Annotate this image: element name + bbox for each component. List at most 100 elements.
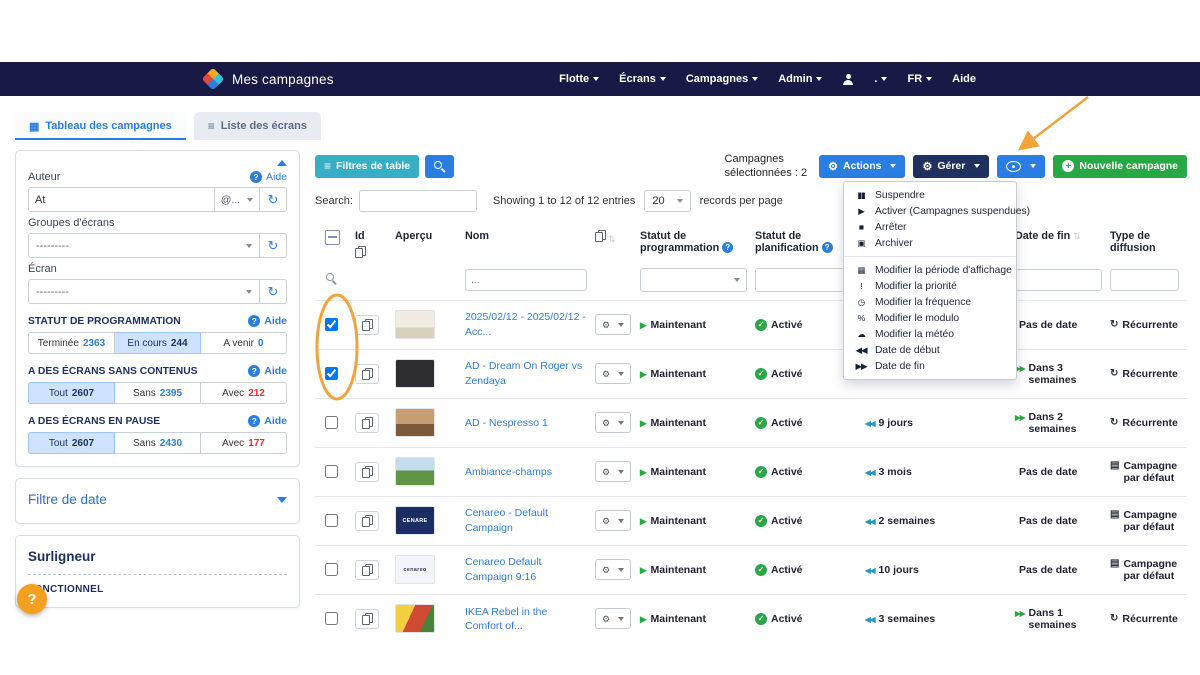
row-settings-button[interactable] xyxy=(595,412,631,433)
nom-filter-input[interactable] xyxy=(465,269,587,291)
menu-item-activer[interactable]: ▶Activer (Campagnes suspendues) xyxy=(844,203,1016,219)
campaign-name-link[interactable]: Ambiance-champs xyxy=(465,465,552,479)
header-actions[interactable] xyxy=(595,222,640,266)
row-checkbox[interactable] xyxy=(325,563,338,576)
campaign-thumbnail[interactable] xyxy=(395,408,435,437)
header-apercu[interactable]: Aperçu xyxy=(395,222,465,266)
row-checkbox[interactable] xyxy=(325,416,338,429)
campaign-thumbnail[interactable] xyxy=(395,457,435,486)
help-fab-button[interactable]: ? xyxy=(17,584,47,614)
filter-terminee-button[interactable]: Terminée2363 xyxy=(28,332,115,354)
menu-item-arreter[interactable]: ■Arrêter xyxy=(844,219,1016,235)
filter-en-cours-button[interactable]: En cours244 xyxy=(115,332,201,354)
section-aide-link[interactable]: ?Aide xyxy=(248,365,287,377)
section-aide-link[interactable]: ?Aide xyxy=(248,415,287,427)
nav-item-ecrans[interactable]: Écrans xyxy=(619,73,666,85)
indeterminate-checkbox-icon[interactable] xyxy=(325,230,340,245)
brand[interactable]: Mes campagnes xyxy=(205,71,334,87)
campaign-name-link[interactable]: Cenareo Default Campaign 9:16 xyxy=(465,555,587,583)
account-menu[interactable]: . xyxy=(874,73,887,85)
groupes-select[interactable]: --------- xyxy=(28,233,260,258)
date-filter-card[interactable]: Filtre de date xyxy=(15,478,300,524)
user-menu[interactable] xyxy=(842,74,854,85)
tab-tableau-campagnes[interactable]: Tableau des campagnes xyxy=(15,112,186,140)
copy-id-button[interactable] xyxy=(355,364,379,384)
copy-icon[interactable] xyxy=(355,246,365,258)
campaign-name-link[interactable]: Cenareo - Default Campaign xyxy=(465,506,587,534)
nav-item-flotte[interactable]: Flotte xyxy=(559,73,599,85)
copy-id-button[interactable] xyxy=(355,413,379,433)
row-settings-button[interactable] xyxy=(595,461,631,482)
select-all-header[interactable] xyxy=(315,222,355,266)
table-filters-button[interactable]: Filtres de table xyxy=(315,155,419,178)
nav-item-admin[interactable]: Admin xyxy=(778,73,822,85)
refresh-button[interactable] xyxy=(260,279,287,304)
new-campaign-button[interactable]: Nouvelle campagne xyxy=(1053,155,1187,178)
filter-tout-button[interactable]: Tout2607 xyxy=(28,432,115,454)
row-checkbox[interactable] xyxy=(325,612,338,625)
row-checkbox[interactable] xyxy=(325,514,338,527)
search-button[interactable] xyxy=(425,155,454,178)
campaign-thumbnail[interactable] xyxy=(395,310,435,339)
date-fin-filter-input[interactable] xyxy=(1015,269,1102,291)
statut-prog-filter-select[interactable] xyxy=(640,268,747,292)
row-settings-button[interactable] xyxy=(595,510,631,531)
auteur-addon-select[interactable]: @... xyxy=(215,187,260,212)
campaign-thumbnail[interactable] xyxy=(395,359,435,388)
visibility-button[interactable] xyxy=(997,155,1045,178)
gerer-button[interactable]: Gérer xyxy=(913,155,989,178)
row-checkbox[interactable] xyxy=(325,465,338,478)
copy-id-button[interactable] xyxy=(355,511,379,531)
row-settings-button[interactable] xyxy=(595,608,631,629)
header-statut-programmation[interactable]: Statut de programmation? xyxy=(640,222,755,266)
filter-a-venir-button[interactable]: A venir0 xyxy=(201,332,287,354)
nav-item-campagnes[interactable]: Campagnes xyxy=(686,73,758,85)
menu-item-meteo[interactable]: ☁Modifier la météo xyxy=(844,326,1016,342)
header-date-fin[interactable]: Date de fin xyxy=(1015,222,1110,266)
statut-plan-filter-select[interactable] xyxy=(755,268,857,292)
filter-avec-button[interactable]: Avec212 xyxy=(201,382,287,404)
row-settings-button[interactable] xyxy=(595,559,631,580)
nav-item-aide[interactable]: Aide xyxy=(952,73,976,85)
campaign-thumbnail[interactable]: CENARE xyxy=(395,506,435,535)
menu-item-archiver[interactable]: ▣Archiver xyxy=(844,235,1016,251)
copy-id-button[interactable] xyxy=(355,560,379,580)
tab-liste-ecrans[interactable]: Liste des écrans xyxy=(194,112,321,140)
header-id[interactable]: Id xyxy=(355,222,395,266)
ecran-select[interactable]: --------- xyxy=(28,279,260,304)
campaign-name-link[interactable]: IKEA Rebel in the Comfort of... xyxy=(465,605,587,633)
row-settings-button[interactable] xyxy=(595,314,631,335)
page-size-select[interactable]: 20 xyxy=(644,190,690,212)
header-nom[interactable]: Nom xyxy=(465,222,595,266)
refresh-button[interactable] xyxy=(260,187,287,212)
header-type-diffusion[interactable]: Type de diffusion xyxy=(1110,222,1187,266)
menu-item-suspendre[interactable]: ▮▮Suspendre xyxy=(844,187,1016,203)
section-aide-link[interactable]: ?Aide xyxy=(248,315,287,327)
filter-sans-button[interactable]: Sans2430 xyxy=(115,432,201,454)
row-checkbox[interactable] xyxy=(325,367,338,380)
menu-item-modulo[interactable]: %Modifier le modulo xyxy=(844,310,1016,326)
filter-avec-button[interactable]: Avec177 xyxy=(201,432,287,454)
filter-tout-button[interactable]: Tout2607 xyxy=(28,382,115,404)
filter-sans-button[interactable]: Sans2395 xyxy=(115,382,201,404)
campaign-thumbnail[interactable] xyxy=(395,604,435,633)
copy-id-button[interactable] xyxy=(355,315,379,335)
menu-item-frequence[interactable]: ◷Modifier la fréquence xyxy=(844,294,1016,310)
menu-item-date-fin[interactable]: ▶▶Date de fin xyxy=(844,358,1016,374)
table-search-input[interactable] xyxy=(359,190,477,212)
help-icon[interactable]: ? xyxy=(722,242,733,253)
menu-item-periode-affichage[interactable]: ▦Modifier la période d'affichage xyxy=(844,262,1016,278)
row-checkbox[interactable] xyxy=(325,318,338,331)
help-icon[interactable]: ? xyxy=(822,242,833,253)
campaign-thumbnail[interactable]: cenareo xyxy=(395,555,435,584)
actions-button[interactable]: Actions xyxy=(819,155,905,178)
row-settings-button[interactable] xyxy=(595,363,631,384)
campaign-name-link[interactable]: 2025/02/12 - 2025/02/12 - Acc... xyxy=(465,310,587,338)
campaign-name-link[interactable]: AD - Dream On Roger vs Zendaya xyxy=(465,359,587,387)
copy-id-button[interactable] xyxy=(355,462,379,482)
copy-id-button[interactable] xyxy=(355,609,379,629)
auteur-aide-link[interactable]: ?Aide xyxy=(250,171,287,183)
auteur-input[interactable] xyxy=(28,187,215,212)
menu-item-date-debut[interactable]: ◀◀Date de début xyxy=(844,342,1016,358)
refresh-button[interactable] xyxy=(260,233,287,258)
